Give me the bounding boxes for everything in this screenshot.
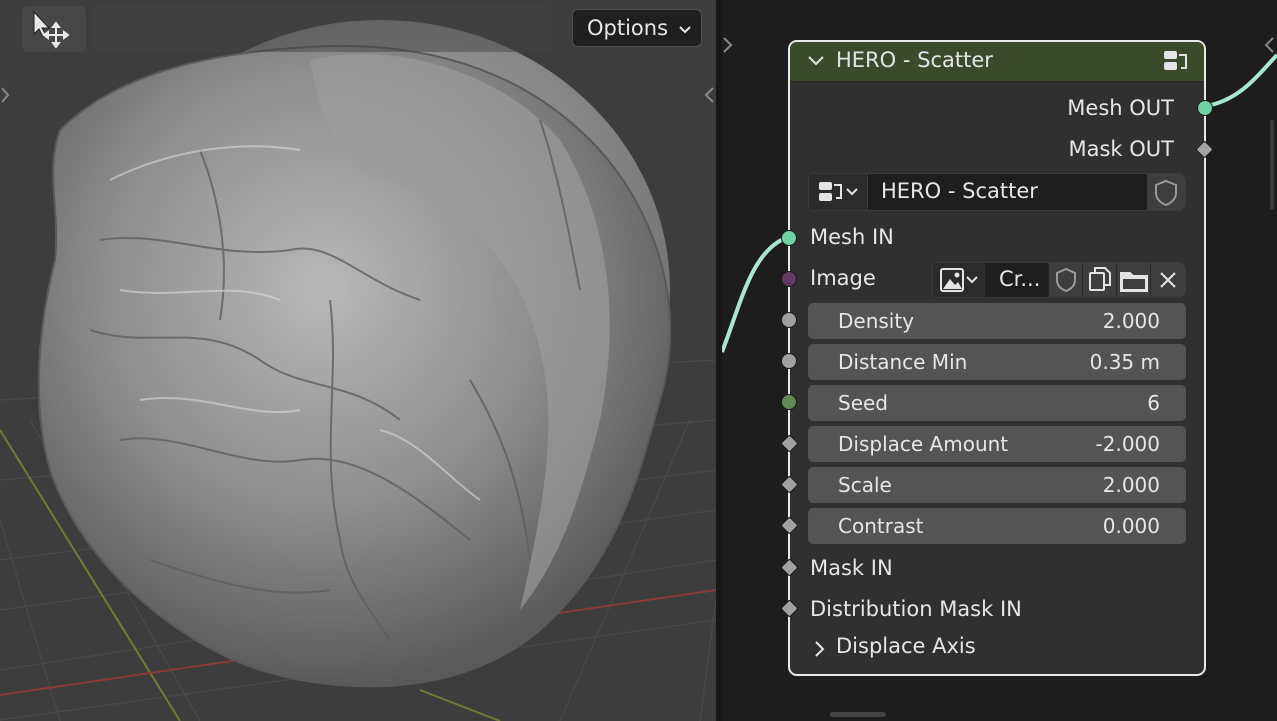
field-seed[interactable]: Seed 6 [808, 385, 1186, 421]
options-label: Options [587, 16, 669, 40]
field-label: Density [838, 309, 915, 333]
field-label: Displace Amount [838, 432, 1009, 456]
input-mesh-in-label: Mesh IN [810, 225, 894, 249]
open-image-button[interactable] [1117, 263, 1151, 297]
field-value: 2.000 [1102, 473, 1160, 497]
field-label: Scale [838, 473, 892, 497]
image-name-field[interactable]: Cr... [985, 263, 1049, 297]
3d-viewport[interactable]: Options [0, 0, 716, 721]
move-cursor-icon [33, 10, 70, 49]
duplicate-icon [1089, 267, 1111, 291]
image-selector[interactable]: Cr... [932, 262, 1186, 298]
unlink-image-button[interactable] [1151, 263, 1185, 297]
y-axis-line-near [419, 689, 501, 721]
node-title: HERO - Scatter [836, 48, 993, 72]
socket-distance-min[interactable] [781, 353, 797, 369]
viewport-header-region [92, 6, 552, 52]
shield-icon [1056, 267, 1076, 293]
field-scale[interactable]: Scale 2.000 [808, 467, 1186, 503]
duplicate-image-button[interactable] [1083, 263, 1117, 297]
input-image-label: Image [810, 266, 876, 290]
sidebar-expand-icon[interactable] [702, 84, 716, 111]
node-group-icon [1164, 51, 1187, 70]
panel-displace-axis[interactable]: Displace Axis [808, 632, 1008, 664]
field-value: 0.000 [1102, 514, 1160, 538]
field-label: Contrast [838, 514, 924, 538]
node-editor[interactable]: HERO - Scatter Mesh OUT Mask OUT HERO - … [722, 0, 1277, 721]
socket-image[interactable] [781, 271, 797, 287]
socket-mesh-in[interactable] [781, 230, 797, 246]
link-mesh-in [722, 235, 789, 353]
field-contrast[interactable]: Contrast 0.000 [808, 508, 1186, 544]
output-mesh-out-label: Mesh OUT [1067, 96, 1174, 120]
node-hero-scatter[interactable]: HERO - Scatter Mesh OUT Mask OUT HERO - … [780, 40, 1214, 676]
shield-icon [1155, 179, 1177, 207]
field-value: -2.000 [1095, 432, 1160, 456]
node-group-icon [819, 182, 858, 201]
input-mask-in-label: Mask IN [810, 556, 893, 580]
fake-user-button[interactable] [1147, 174, 1185, 210]
field-label: Distance Min [838, 350, 968, 374]
field-label: Seed [838, 391, 888, 415]
node-group-browse-button[interactable] [809, 174, 868, 210]
chevron-down-icon [679, 26, 691, 34]
close-icon [1160, 272, 1176, 288]
region-resize-handle[interactable] [830, 712, 886, 717]
panel-displace-axis-label: Displace Axis [836, 634, 976, 658]
toolbar-expand-icon[interactable] [722, 34, 734, 60]
field-value: 0.35 m [1089, 350, 1160, 374]
chevron-down-icon[interactable] [806, 51, 826, 71]
field-density[interactable]: Density 2.000 [808, 303, 1186, 339]
field-value: 2.000 [1102, 309, 1160, 333]
options-dropdown[interactable]: Options [572, 9, 702, 47]
folder-icon [1120, 272, 1148, 292]
field-distance-min[interactable]: Distance Min 0.35 m [808, 344, 1186, 380]
socket-mesh-out[interactable] [1197, 100, 1213, 116]
left-toolbar-expand-icon[interactable] [0, 84, 10, 111]
chevron-right-icon [815, 641, 825, 657]
image-name: Cr... [999, 267, 1041, 291]
image-icon [940, 268, 978, 292]
viewport-scene[interactable] [0, 0, 716, 721]
sidebar-expand-icon-node[interactable] [1262, 34, 1276, 60]
node-group-selector[interactable]: HERO - Scatter [808, 173, 1186, 211]
field-value: 6 [1147, 391, 1160, 415]
move-tool-button[interactable] [22, 6, 86, 52]
node-group-name[interactable]: HERO - Scatter [881, 179, 1038, 203]
image-fake-user-button[interactable] [1049, 263, 1083, 297]
socket-density[interactable] [781, 312, 797, 328]
link-mesh-out [1205, 53, 1277, 108]
field-displace-amount[interactable]: Displace Amount -2.000 [808, 426, 1186, 462]
node-header[interactable]: HERO - Scatter [790, 42, 1204, 82]
output-mask-out-label: Mask OUT [1068, 137, 1175, 161]
vertical-scrollbar[interactable] [1270, 120, 1274, 210]
input-distribution-mask-in-label: Distribution Mask IN [810, 597, 1022, 621]
image-browse-button[interactable] [933, 263, 985, 297]
socket-seed[interactable] [781, 394, 797, 410]
